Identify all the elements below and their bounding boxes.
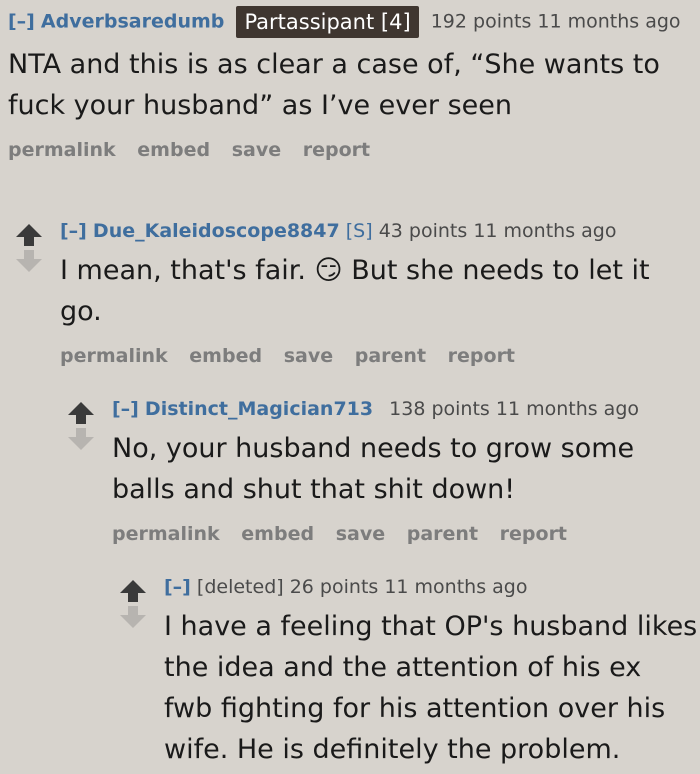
- save-button[interactable]: save: [284, 345, 333, 367]
- collapse-toggle[interactable]: [–]: [8, 11, 35, 33]
- comment-body: I have a feeling that OP's husband likes…: [164, 611, 698, 765]
- comment-4: [–] [deleted] 26 points 11 months ago I …: [164, 572, 698, 770]
- comment-buttons: permalink embed save parent report: [112, 520, 698, 548]
- collapse-toggle[interactable]: [–]: [164, 576, 191, 598]
- comment-meta: 192 points 11 months ago: [430, 10, 681, 33]
- upvote-arrow-icon[interactable]: [66, 400, 96, 426]
- vote-arrows: [66, 400, 96, 452]
- author-link[interactable]: Due_Kaleidoscope8847: [93, 220, 340, 242]
- comment-meta: 26 points 11 months ago: [289, 576, 528, 598]
- submitter-tag[interactable]: [S]: [346, 220, 373, 242]
- comment-body: I mean, that's fair. 😏 But she needs to …: [60, 255, 650, 327]
- comment-tagline: [–] Due_Kaleidoscope8847 [S] 43 points 1…: [60, 216, 696, 246]
- upvote-arrow-icon[interactable]: [14, 222, 44, 248]
- parent-button[interactable]: parent: [355, 345, 426, 367]
- downvote-arrow-icon[interactable]: [118, 604, 148, 630]
- comment-tagline: [–] Distinct_Magician713 138 points 11 m…: [112, 394, 698, 424]
- vote-arrows: [118, 578, 148, 630]
- comment-buttons: permalink embed save parent report: [60, 342, 696, 370]
- user-flair: Partassipant [4]: [236, 6, 419, 38]
- vote-arrows: [14, 222, 44, 274]
- permalink-button[interactable]: permalink: [112, 523, 220, 545]
- report-button[interactable]: report: [303, 139, 370, 161]
- comment-meta: 43 points 11 months ago: [378, 220, 617, 242]
- comment-tagline: [–] [deleted] 26 points 11 months ago: [164, 572, 698, 602]
- downvote-arrow-icon[interactable]: [66, 426, 96, 452]
- upvote-arrow-icon[interactable]: [118, 578, 148, 604]
- permalink-button[interactable]: permalink: [8, 139, 116, 161]
- comment-2: [–] Due_Kaleidoscope8847 [S] 43 points 1…: [60, 216, 696, 370]
- collapse-toggle[interactable]: [–]: [112, 398, 139, 420]
- comment-body: No, your husband needs to grow some ball…: [112, 433, 635, 505]
- embed-button[interactable]: embed: [241, 523, 314, 545]
- author-link[interactable]: Adverbsaredumb: [41, 11, 224, 33]
- comment-tagline: [–] Adverbsaredumb Partassipant [4] 192 …: [8, 6, 698, 38]
- collapse-toggle[interactable]: [–]: [60, 220, 87, 242]
- comment-3: [–] Distinct_Magician713 138 points 11 m…: [112, 394, 698, 548]
- comment-1: [–] Adverbsaredumb Partassipant [4] 192 …: [8, 6, 698, 164]
- embed-button[interactable]: embed: [137, 139, 210, 161]
- save-button[interactable]: save: [232, 139, 281, 161]
- parent-button[interactable]: parent: [407, 523, 478, 545]
- embed-button[interactable]: embed: [189, 345, 262, 367]
- comment-buttons: permalink embed save report: [8, 136, 698, 164]
- author-link[interactable]: Distinct_Magician713: [145, 398, 373, 420]
- permalink-button[interactable]: permalink: [60, 345, 168, 367]
- downvote-arrow-icon[interactable]: [14, 248, 44, 274]
- comment-meta: 138 points 11 months ago: [389, 398, 640, 420]
- comment-body: NTA and this is as clear a case of, “She…: [8, 49, 660, 121]
- save-button[interactable]: save: [336, 523, 385, 545]
- report-button[interactable]: report: [500, 523, 567, 545]
- report-button[interactable]: report: [448, 345, 515, 367]
- author-deleted: [deleted]: [196, 576, 284, 598]
